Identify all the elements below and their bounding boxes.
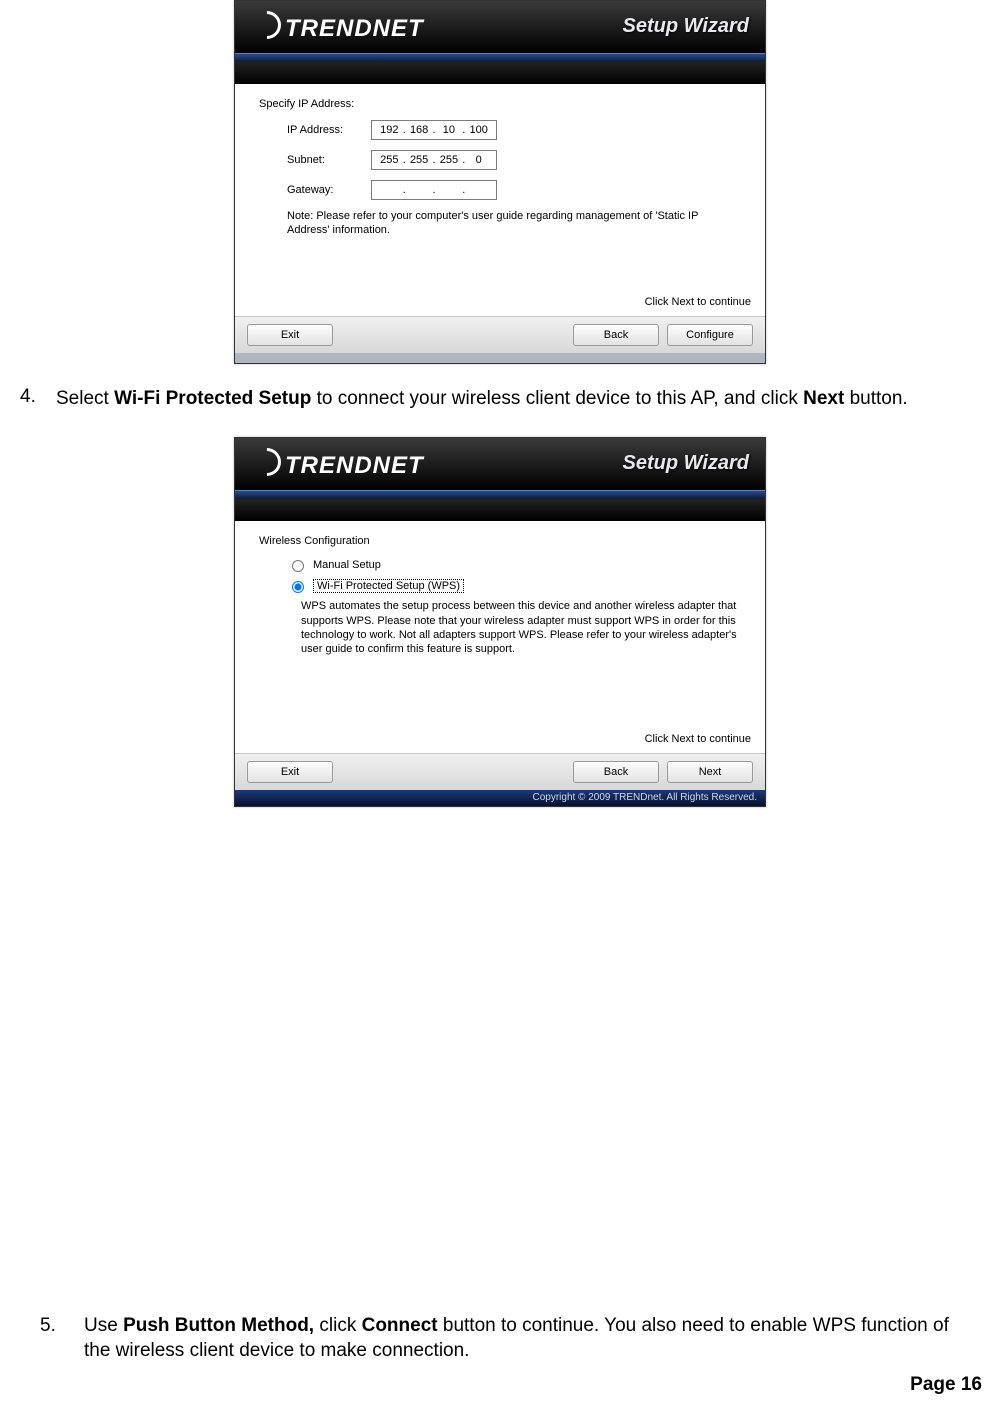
wizard-footer: Copyright © 2009 TRENDnet. All Rights Re… <box>235 790 765 806</box>
wizard-header: TRENDNET Setup Wizard <box>235 438 765 490</box>
radio-wps[interactable]: Wi-Fi Protected Setup (WPS) <box>287 578 741 593</box>
button-bar: Exit Back Configure <box>235 316 765 353</box>
header-accent-bar <box>235 490 765 499</box>
wizard-ip-settings: TRENDNET Setup Wizard Specify IP Address… <box>234 0 766 364</box>
radio-wps-label: Wi-Fi Protected Setup (WPS) <box>313 579 464 593</box>
row-ip: IP Address: 192. 168. 10. 100 <box>287 120 741 140</box>
exit-button[interactable]: Exit <box>247 324 333 346</box>
hint-text: Click Next to continue <box>235 292 765 316</box>
header-accent-bar <box>235 53 765 62</box>
row-gateway: Gateway: . . . <box>287 180 741 200</box>
step-5-number: 5. <box>40 1313 60 1364</box>
page-number: Page 16 <box>910 1374 982 1396</box>
back-button[interactable]: Back <box>573 761 659 783</box>
button-bar: Exit Back Next <box>235 753 765 790</box>
subnet-input[interactable]: 255. 255. 255. 0 <box>371 150 497 170</box>
radio-manual-setup[interactable]: Manual Setup <box>287 557 741 572</box>
step-5: 5. Use Push Button Method, click Connect… <box>20 1313 980 1364</box>
wizard-title: Setup Wizard <box>623 15 750 38</box>
radio-manual-label: Manual Setup <box>313 559 381 571</box>
wizard-body: Wireless Configuration Manual Setup Wi-F… <box>235 521 765 729</box>
wizard-title: Setup Wizard <box>623 452 750 475</box>
brand-logo: TRENDNET <box>253 11 424 43</box>
back-button[interactable]: Back <box>573 324 659 346</box>
radio-wps-input[interactable] <box>292 581 304 593</box>
wizard-header: TRENDNET Setup Wizard <box>235 1 765 53</box>
section-label: Wireless Configuration <box>259 535 741 547</box>
section-label: Specify IP Address: <box>259 98 741 110</box>
wizard-wireless-config: TRENDNET Setup Wizard Wireless Configura… <box>234 437 766 807</box>
logo-swoosh-icon <box>247 5 287 45</box>
brand-text: TRENDNET <box>285 15 424 42</box>
wizard-body: Specify IP Address: IP Address: 192. 168… <box>235 84 765 292</box>
ip-label: IP Address: <box>287 124 371 136</box>
row-subnet: Subnet: 255. 255. 255. 0 <box>287 150 741 170</box>
header-dark-bar <box>235 499 765 521</box>
ip-note: Note: Please refer to your computer's us… <box>287 210 741 238</box>
next-button[interactable]: Next <box>667 761 753 783</box>
brand-logo: TRENDNET <box>253 448 424 480</box>
radio-manual-input[interactable] <box>292 560 304 572</box>
step-4-number: 4. <box>20 384 48 410</box>
wizard-footer-blank <box>235 353 765 363</box>
exit-button[interactable]: Exit <box>247 761 333 783</box>
gateway-input[interactable]: . . . <box>371 180 497 200</box>
step-4: 4. Select Wi-Fi Protected Setup to conne… <box>20 384 980 411</box>
gateway-label: Gateway: <box>287 184 371 196</box>
logo-swoosh-icon <box>247 442 287 482</box>
configure-button[interactable]: Configure <box>667 324 753 346</box>
ip-address-input[interactable]: 192. 168. 10. 100 <box>371 120 497 140</box>
wps-description: WPS automates the setup process between … <box>301 599 741 656</box>
subnet-label: Subnet: <box>287 154 371 166</box>
header-dark-bar <box>235 62 765 84</box>
hint-text: Click Next to continue <box>235 729 765 753</box>
brand-text: TRENDNET <box>285 452 424 479</box>
